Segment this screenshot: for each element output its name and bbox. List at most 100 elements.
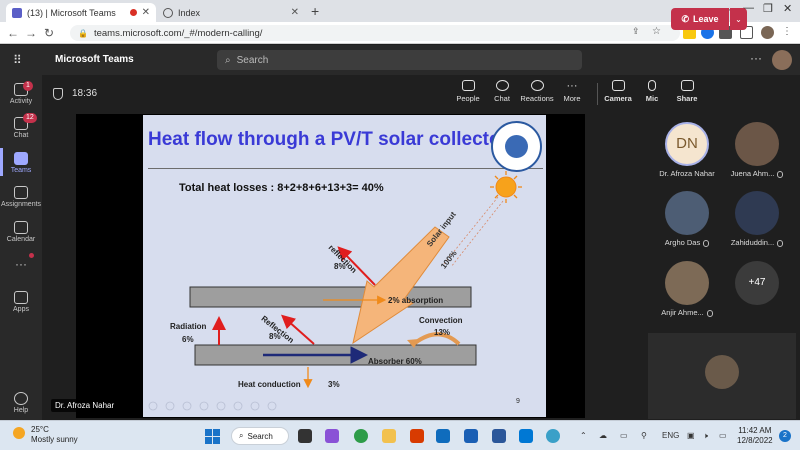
divider (597, 83, 598, 105)
rail-item-help[interactable]: Help (0, 392, 42, 414)
convection-label: Convection (419, 316, 463, 325)
people-button[interactable]: People (451, 80, 485, 103)
avatar[interactable] (772, 50, 792, 70)
office-icon[interactable] (410, 429, 424, 443)
avatar-initials: DN (665, 122, 709, 166)
rail-item-assignments[interactable]: Assignments (0, 186, 42, 208)
tab-index[interactable]: Index ✕ (157, 3, 305, 22)
lock-icon: 🔒 (78, 28, 88, 38)
sun-icon[interactable] (13, 427, 25, 439)
chat-icon (495, 80, 509, 91)
participant-tile[interactable]: Anjir Ahme... (657, 261, 717, 317)
participant-tile[interactable]: DN Dr. Afroza Nahar (657, 122, 717, 178)
language-indicator[interactable]: ENG (662, 431, 679, 440)
search-input[interactable]: ⌕ Search (217, 50, 582, 70)
reload-button[interactable]: ↻ (40, 26, 58, 40)
tab-title: Index (178, 7, 201, 18)
taskbar-search[interactable]: ⌕ Search (231, 427, 289, 445)
more-apps-icon: ··· (15, 257, 27, 271)
temperature: 25°C (31, 425, 49, 434)
mic-off-icon (777, 170, 784, 178)
mic-off-icon (706, 309, 713, 317)
reflection-mid-pct: 8% (269, 332, 281, 341)
more-button[interactable]: ··· More (555, 80, 589, 103)
store-icon[interactable] (519, 429, 533, 443)
leave-button[interactable]: ✆ Leave (671, 8, 729, 30)
rail-item-apps[interactable]: Apps (0, 291, 42, 313)
chrome-icon[interactable] (354, 429, 368, 443)
leave-options-chevron-icon[interactable]: ⌄ (730, 8, 747, 30)
self-view (648, 333, 796, 419)
participant-tile[interactable]: Zahiduddin... (727, 191, 787, 247)
camera-icon[interactable]: ▣ (687, 431, 695, 440)
word-icon[interactable] (492, 429, 506, 443)
rail-item-more[interactable]: ··· (0, 253, 42, 271)
start-button[interactable] (205, 429, 220, 444)
teams-header: ⠿ Microsoft Teams ⌕ Search ··· (0, 45, 800, 75)
radiation-label: Radiation (170, 322, 207, 331)
camera-off-icon (611, 80, 625, 91)
mic-button[interactable]: Mic (635, 80, 669, 103)
app-rail: Activity 1 Chat 12 Teams Assignments Cal… (0, 75, 42, 420)
battery-icon[interactable]: ▭ (620, 431, 628, 440)
bookmark-star-icon[interactable]: ☆ (652, 26, 665, 39)
video-call-icon[interactable] (325, 429, 339, 443)
close-window-button[interactable]: ✕ (783, 2, 792, 15)
chat-button[interactable]: Chat (485, 80, 519, 103)
rail-item-activity[interactable]: Activity 1 (0, 81, 42, 105)
profile-avatar[interactable] (761, 26, 774, 39)
restore-button[interactable]: ❐ (763, 2, 773, 15)
file-explorer-icon[interactable] (382, 429, 396, 443)
meeting-timer: 18:36 (72, 88, 98, 99)
tab-microsoft-teams[interactable]: (13) | Microsoft Teams ✕ (6, 3, 156, 22)
conduction-pct: 3% (328, 380, 340, 389)
weather-widget[interactable]: 25°C Mostly sunny (31, 425, 78, 445)
shield-icon (53, 88, 63, 100)
outlook-icon[interactable] (464, 429, 478, 443)
forward-button[interactable]: → (22, 26, 40, 40)
taskbar: 25°C Mostly sunny ⌕ Search ⌃ ☁ ▭ ⚲ ENG ▣… (0, 420, 800, 450)
chevron-up-icon[interactable]: ⌃ (580, 431, 587, 440)
sun-icon (490, 171, 522, 203)
absorption-label: 2% absorption (388, 296, 444, 305)
participant-tile[interactable]: Argho Das (657, 191, 717, 247)
close-tab-icon[interactable]: ✕ (291, 7, 299, 18)
participant-tile[interactable]: Juena Ahm... (727, 122, 787, 178)
more-dot-icon (29, 253, 34, 258)
more-options-icon[interactable]: ··· (750, 51, 762, 65)
more-participants-button[interactable]: +47 (727, 261, 787, 305)
mic-off-icon (703, 239, 710, 247)
photos-icon[interactable] (546, 429, 560, 443)
rail-item-chat[interactable]: Chat 12 (0, 113, 42, 139)
notification-badge[interactable]: 2 (779, 430, 791, 442)
close-tab-icon[interactable]: ✕ (142, 7, 150, 18)
cloud-icon[interactable]: ☁ (599, 431, 607, 440)
system-clock[interactable]: 11:42 AM 12/8/2022 (737, 426, 773, 446)
reactions-icon (530, 80, 544, 91)
divider (148, 168, 543, 169)
address-bar[interactable]: 🔒 teams.microsoft.com/_#/modern-calling/ (70, 25, 680, 41)
battery-icon[interactable]: ▭ (719, 431, 727, 440)
share-label: Share (676, 94, 698, 103)
camera-blocked-icon[interactable] (612, 26, 625, 39)
camera-button[interactable]: Camera (601, 80, 635, 103)
mic-icon[interactable]: ⚲ (641, 431, 647, 440)
mail-icon[interactable] (436, 429, 450, 443)
people-icon (461, 80, 475, 91)
share-icon[interactable]: ⇪ (632, 26, 645, 39)
app-launcher-icon[interactable]: ⠿ (13, 53, 27, 67)
new-tab-button[interactable]: + (311, 3, 319, 19)
url-text: teams.microsoft.com/_#/modern-calling/ (93, 27, 263, 39)
volume-muted-icon[interactable]: 🕨 (703, 431, 708, 441)
rail-item-calendar[interactable]: Calendar (0, 221, 42, 243)
share-button[interactable]: Share (670, 80, 704, 103)
reactions-button[interactable]: Reactions (520, 80, 554, 103)
phone-icon: ✆ (681, 13, 689, 24)
avatar (705, 355, 739, 389)
leave-label: Leave (693, 14, 719, 24)
back-button[interactable]: ← (4, 26, 22, 40)
rail-item-teams[interactable]: Teams (0, 152, 42, 174)
browser-menu-icon[interactable]: ⋮ (782, 26, 795, 39)
absorber-label: Absorber 60% (368, 357, 422, 366)
task-view-icon[interactable] (298, 429, 312, 443)
